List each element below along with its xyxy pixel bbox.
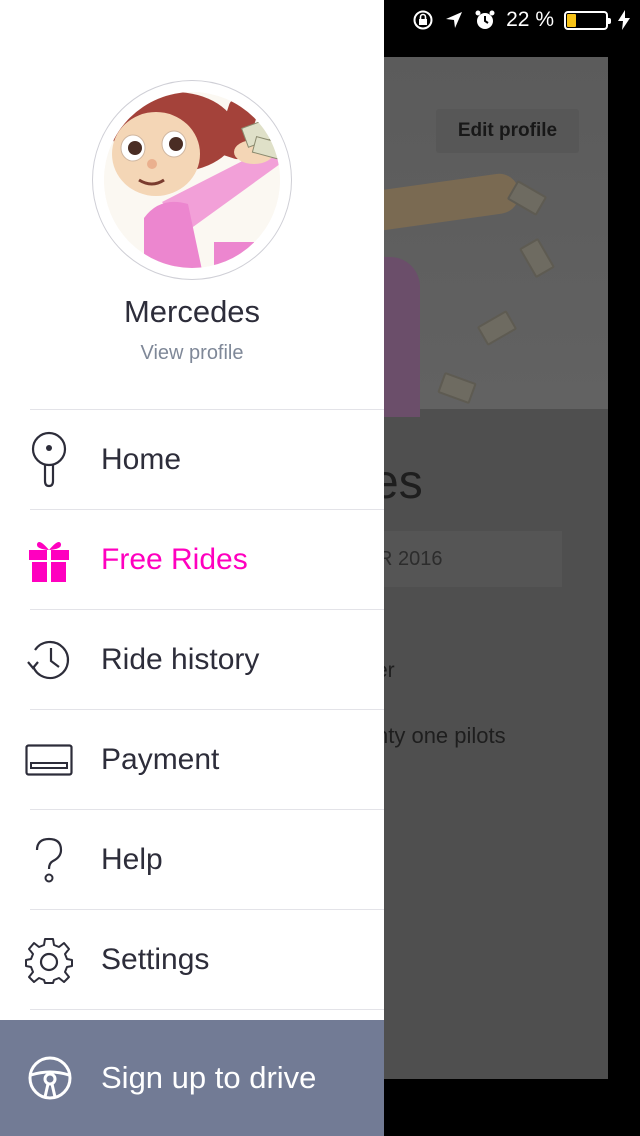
gear-icon	[24, 935, 74, 985]
battery-level	[567, 13, 576, 27]
menu-item-settings[interactable]: Settings	[25, 909, 384, 1009]
avatar[interactable]	[92, 80, 292, 280]
menu-item-payment[interactable]: Payment	[25, 709, 384, 809]
alarm-icon	[474, 9, 496, 31]
menu-item-label: Settings	[101, 942, 210, 976]
sign-up-to-drive-label: Sign up to drive	[101, 1060, 317, 1095]
menu-item-label: Ride history	[101, 642, 260, 676]
question-icon	[24, 835, 74, 885]
menu-divider	[30, 1009, 384, 1010]
member-since-badge: R 2016	[372, 531, 562, 587]
menu-item-label: Free Rides	[101, 542, 248, 576]
menu-item-help[interactable]: Help	[30, 809, 384, 909]
location-pin-icon	[24, 431, 74, 487]
orientation-lock-icon	[412, 9, 434, 31]
menu-item-ride-history[interactable]: Ride history	[27, 609, 384, 709]
profile-detail-line: nty one pilots	[376, 723, 506, 748]
history-clock-icon	[24, 635, 74, 685]
menu-item-free-rides[interactable]: Free Rides	[29, 509, 384, 609]
drawer-menu: Home Free Rides Ride history Payment Hel…	[0, 409, 384, 1010]
menu-item-label: Home	[101, 442, 182, 476]
side-drawer: Mercedes View profile Home Free Rides Ri…	[0, 0, 384, 1136]
user-name: Mercedes	[123, 294, 261, 329]
menu-item-home[interactable]: Home	[30, 409, 384, 509]
location-arrow-icon	[444, 10, 464, 30]
gift-icon	[24, 535, 74, 585]
edit-profile-button[interactable]: Edit profile	[436, 109, 579, 153]
avatar-image	[104, 92, 280, 268]
credit-card-icon	[24, 735, 74, 785]
battery-percentage: 22 %	[506, 8, 554, 31]
status-bar: 22 %	[384, 0, 640, 40]
menu-item-label: Payment	[101, 742, 220, 776]
charging-bolt-icon	[618, 10, 630, 30]
steering-wheel-icon	[27, 1055, 73, 1101]
view-profile-link[interactable]: View profile	[0, 342, 384, 365]
sign-up-to-drive-button[interactable]: Sign up to drive	[0, 1020, 384, 1136]
battery-icon	[564, 10, 611, 30]
menu-item-label: Help	[101, 842, 163, 876]
